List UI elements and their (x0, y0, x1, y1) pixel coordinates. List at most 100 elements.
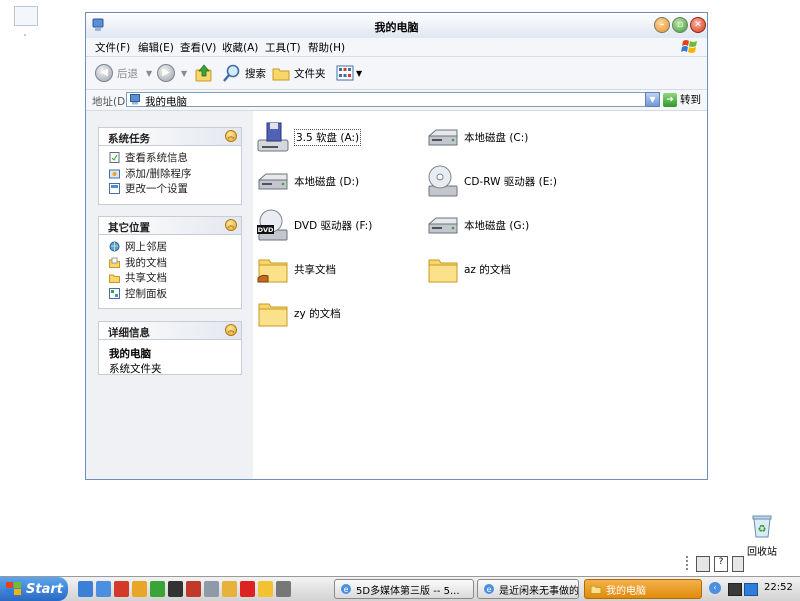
quicklaunch-music-icon[interactable] (186, 581, 201, 597)
task-add-remove-programs[interactable]: 添加/删除程序 (109, 166, 241, 182)
volume-icon[interactable] (728, 583, 742, 596)
drive-a[interactable]: 3.5 软盘 (A:) (256, 120, 362, 154)
go-label: 转到 (680, 94, 701, 106)
quicklaunch-ie-icon[interactable] (96, 581, 111, 597)
collapse-icon[interactable]: ︽ (225, 219, 237, 231)
place-control-panel[interactable]: 控制面板 (109, 286, 241, 302)
item-label: 3.5 软盘 (A:) (294, 128, 362, 146)
address-input[interactable]: 我的电脑 (126, 92, 660, 108)
tray-expand-icon[interactable]: ‹ (709, 582, 721, 594)
svg-text:e: e (487, 585, 492, 594)
az-documents-folder[interactable]: az 的文档 (426, 252, 511, 286)
other-places-header[interactable]: 其它位置 ︽ (99, 217, 241, 235)
quicklaunch-editor-icon[interactable] (204, 581, 219, 597)
go-button[interactable]: ➜ 转到 (663, 92, 701, 107)
forward-button[interactable]: ▶ ▼ (157, 63, 187, 83)
desktop-file-icon[interactable]: ﾞ (14, 6, 38, 45)
add-remove-icon (109, 169, 120, 179)
quicklaunch-pdf-icon[interactable] (240, 581, 255, 597)
browser-icon: e (341, 584, 351, 594)
minimize-button[interactable]: – (654, 17, 670, 33)
views-icon (336, 65, 354, 81)
task-idle-notes[interactable]: e 是近闲来无事做的... (477, 579, 579, 599)
quicklaunch-desktop-icon[interactable] (78, 581, 93, 597)
my-computer-window: 我的电脑 – ▫ ✕ 文件(F) 编辑(E) 查看(V) 收藏(A) 工具(T)… (85, 12, 708, 480)
views-button[interactable]: ▼ (336, 63, 362, 83)
collapse-icon[interactable]: ︽ (225, 324, 237, 336)
recycle-bin-label: 回收站 (747, 547, 777, 558)
floppy-drive-icon (257, 122, 289, 152)
close-button[interactable]: ✕ (690, 17, 706, 33)
drive-f[interactable]: DVD DVD 驱动器 (F:) (256, 208, 372, 242)
collapse-icon[interactable]: ︽ (225, 130, 237, 142)
task-my-computer[interactable]: 我的电脑 (584, 579, 702, 599)
back-label: 后退 (117, 67, 138, 80)
menu-favorites[interactable]: 收藏(A) (222, 40, 258, 55)
clock: 22:52 (764, 582, 793, 593)
quicklaunch-pen-icon[interactable] (222, 581, 237, 597)
menu-icon[interactable] (732, 556, 744, 572)
menu-help[interactable]: 帮助(H) (308, 40, 345, 55)
address-label: 地址(D) (92, 96, 130, 108)
address-value: 我的电脑 (145, 96, 187, 108)
search-button[interactable]: 搜索 (222, 63, 266, 83)
back-dropdown-icon[interactable]: ▼ (146, 69, 152, 78)
menu-file[interactable]: 文件(F) (95, 40, 130, 55)
folders-button[interactable]: 文件夹 (272, 63, 326, 83)
title-bar[interactable]: 我的电脑 – ▫ ✕ (86, 13, 707, 39)
task-view-system-info[interactable]: 查看系统信息 (109, 150, 241, 166)
drive-e[interactable]: CD-RW 驱动器 (E:) (426, 164, 557, 198)
task-label: 我的电脑 (606, 585, 646, 597)
quicklaunch-qq-icon[interactable] (258, 581, 273, 597)
maximize-button[interactable]: ▫ (672, 17, 688, 33)
quicklaunch-app-icon[interactable] (114, 581, 129, 597)
drive-c[interactable]: 本地磁盘 (C:) (426, 120, 528, 154)
place-label: 共享文档 (125, 272, 167, 285)
menu-tools[interactable]: 工具(T) (265, 40, 301, 55)
shared-folder-icon (257, 259, 288, 283)
list-icon[interactable] (696, 556, 710, 572)
place-shared-documents[interactable]: 共享文档 (109, 270, 241, 286)
quicklaunch-terminal-icon[interactable] (168, 581, 183, 597)
network-tray-icon[interactable] (744, 583, 758, 596)
task-multimedia[interactable]: e 5D多媒体第三版 -- 5... (334, 579, 474, 599)
quicklaunch-media-icon[interactable] (132, 581, 147, 597)
system-tasks-header[interactable]: 系统任务 ︽ (99, 128, 241, 146)
zy-documents-folder[interactable]: zy 的文档 (256, 296, 341, 330)
quicklaunch-camera-icon[interactable] (276, 581, 291, 597)
start-label: Start (26, 581, 63, 597)
back-button[interactable]: ◀ 后退 ▼ (95, 63, 152, 83)
folder-icon (590, 585, 602, 594)
forward-arrow-icon: ▶ (157, 64, 175, 82)
task-label: 更改一个设置 (125, 183, 188, 196)
task-label: 添加/删除程序 (125, 167, 192, 180)
drive-g[interactable]: 本地磁盘 (G:) (426, 208, 529, 242)
item-label: zy 的文档 (294, 307, 341, 320)
item-label: CD-RW 驱动器 (E:) (464, 175, 557, 188)
recycle-bin-icon[interactable]: ♻ 回收站 (744, 514, 780, 558)
drive-d[interactable]: 本地磁盘 (D:) (256, 164, 359, 198)
other-places-panel: 其它位置 ︽ 网上邻居 我的文档 共享文档 控制面板 (98, 216, 242, 309)
item-label: 本地磁盘 (G:) (464, 219, 530, 232)
place-network[interactable]: 网上邻居 (109, 239, 241, 255)
browser-icon: e (484, 584, 494, 594)
task-change-setting[interactable]: 更改一个设置 (109, 181, 241, 197)
menu-view[interactable]: 查看(V) (180, 40, 216, 55)
menu-bar: 文件(F) 编辑(E) 查看(V) 收藏(A) 工具(T) 帮助(H) (86, 38, 707, 57)
shared-folder-icon (109, 274, 120, 284)
help-icon[interactable]: ? (714, 556, 728, 572)
forward-dropdown-icon[interactable]: ▼ (181, 69, 187, 78)
address-dropdown-button[interactable]: ▼ (645, 92, 660, 107)
search-label: 搜索 (245, 67, 266, 80)
details-name: 我的电脑 (109, 348, 151, 360)
folder-icon (428, 259, 458, 283)
shared-documents-folder[interactable]: 共享文档 (256, 252, 336, 286)
place-my-documents[interactable]: 我的文档 (109, 255, 241, 271)
menu-edit[interactable]: 编辑(E) (138, 40, 174, 55)
start-button[interactable]: Start (0, 577, 68, 601)
quicklaunch-tool-icon[interactable] (150, 581, 165, 597)
up-button[interactable] (194, 63, 214, 83)
task-label: 查看系统信息 (125, 152, 188, 165)
details-panel: 详细信息 ︽ 我的电脑 系统文件夹 (98, 321, 242, 375)
details-header[interactable]: 详细信息 ︽ (99, 322, 241, 340)
